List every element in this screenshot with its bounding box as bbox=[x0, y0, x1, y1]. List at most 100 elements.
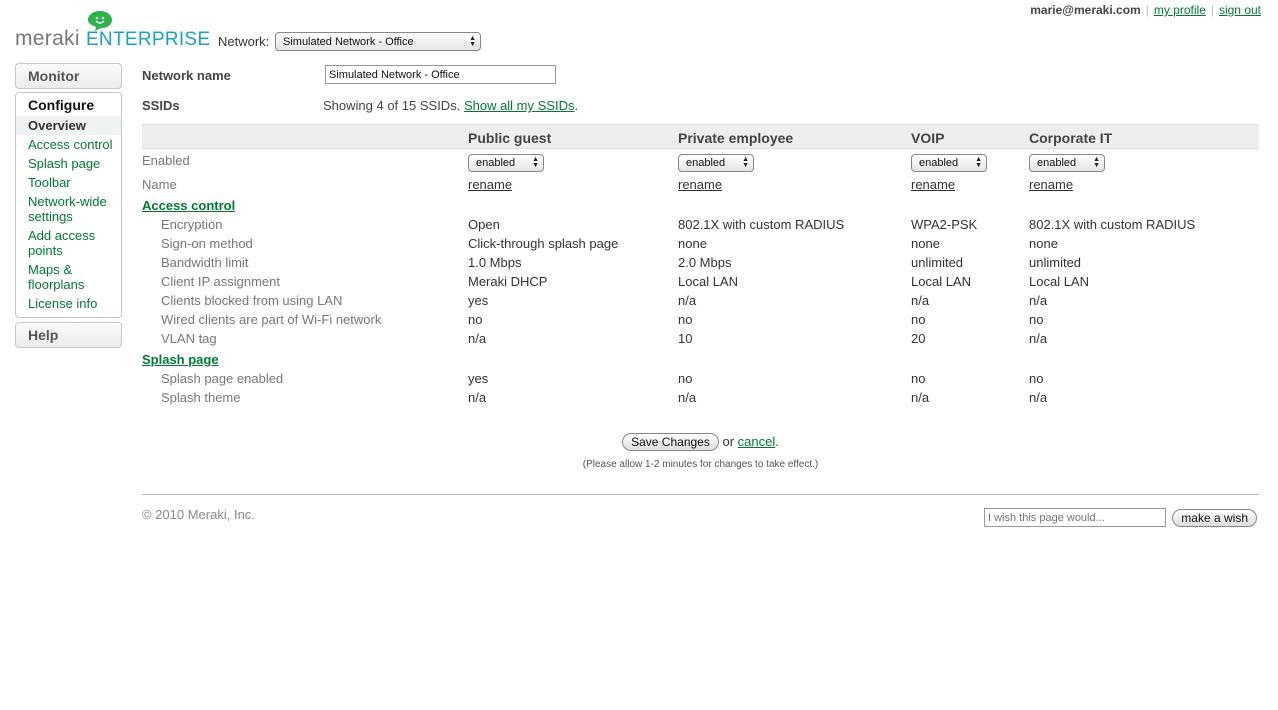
select-value: enabled bbox=[1037, 157, 1077, 169]
splash-page-row: Splash theme n/a n/a n/a n/a bbox=[142, 388, 1259, 407]
sidebar-tab-configure[interactable]: Configure bbox=[16, 93, 121, 116]
sidebar-item-splash-page[interactable]: Splash page bbox=[16, 154, 121, 173]
splash-page-section-link[interactable]: Splash page bbox=[142, 352, 219, 367]
column-header: VOIP bbox=[911, 130, 945, 146]
row-label: Splash theme bbox=[161, 390, 241, 405]
footer: © 2010 Meraki, Inc. make a wish bbox=[142, 494, 1259, 534]
splash-page-section: Splash page bbox=[142, 350, 1259, 369]
network-name-row: Network name bbox=[142, 64, 1259, 94]
access-control-row: Sign-on method Click-through splash page n… bbox=[142, 234, 1259, 253]
sidebar-item-maps-floorplans[interactable]: Maps & floorplans bbox=[16, 260, 121, 294]
table-cell: WPA2-PSK bbox=[911, 217, 978, 232]
sidebar-item-add-access-points[interactable]: Add access points bbox=[16, 226, 121, 260]
select-value: enabled bbox=[476, 157, 516, 169]
table-cell: no bbox=[911, 371, 926, 386]
table-cell: none bbox=[911, 236, 940, 251]
row-label: Enabled bbox=[142, 153, 190, 168]
network-select-value: Simulated Network - Office bbox=[283, 35, 414, 48]
select-value: enabled bbox=[686, 157, 726, 169]
main-content: Network name SSIDs Showing 4 of 15 SSIDs… bbox=[142, 64, 1259, 470]
or-text: or bbox=[722, 434, 735, 449]
table-cell: n/a bbox=[678, 293, 697, 308]
network-select[interactable]: Simulated Network - Office ▲ ▼ bbox=[275, 32, 481, 51]
table-cell: unlimited bbox=[1029, 255, 1082, 270]
select-arrows-icon: ▲ ▼ bbox=[1093, 156, 1100, 169]
sidebar-tab-help[interactable]: Help bbox=[15, 322, 122, 348]
sidebar-item-license-info[interactable]: License info bbox=[16, 294, 121, 313]
network-name-input[interactable] bbox=[325, 65, 556, 84]
name-row: Name rename rename rename rename bbox=[142, 175, 1259, 196]
column-header: Corporate IT bbox=[1029, 130, 1113, 146]
enabled-select-voip[interactable]: enabled ▲ ▼ bbox=[911, 154, 987, 172]
rename-link-voip[interactable]: rename bbox=[911, 177, 955, 192]
wish-input[interactable] bbox=[984, 508, 1166, 527]
rename-link-private-employee[interactable]: rename bbox=[678, 177, 722, 192]
rename-link-corporate-it[interactable]: rename bbox=[1029, 177, 1073, 192]
table-cell: n/a bbox=[911, 390, 930, 405]
user-email: marie@meraki.com bbox=[1030, 3, 1141, 17]
row-label: Wired clients are part of Wi-Fi network bbox=[161, 312, 382, 327]
row-label: Sign-on method bbox=[161, 236, 253, 251]
save-changes-button[interactable]: Save Changes bbox=[622, 433, 719, 451]
sidebar-tab-monitor[interactable]: Monitor bbox=[15, 63, 122, 89]
sign-out-link[interactable]: sign out bbox=[1219, 3, 1261, 17]
table-cell: Click-through splash page bbox=[468, 236, 619, 251]
access-control-row: Bandwidth limit 1.0 Mbps 2.0 Mbps unlimited… bbox=[142, 253, 1259, 272]
table-cell: yes bbox=[468, 371, 489, 386]
table-cell: Open bbox=[468, 217, 500, 232]
row-label: VLAN tag bbox=[161, 331, 217, 346]
ssids-summary: Showing 4 of 15 SSIDs. Show all my SSIDs… bbox=[323, 98, 578, 113]
table-cell: no bbox=[468, 312, 483, 327]
rename-link-public-guest[interactable]: rename bbox=[468, 177, 512, 192]
save-actions: Save Changes or cancel. bbox=[142, 433, 1259, 451]
table-cell: n/a bbox=[678, 390, 697, 405]
table-cell: 802.1X with custom RADIUS bbox=[1029, 217, 1196, 232]
changes-note: (Please allow 1-2 minutes for changes to… bbox=[582, 459, 819, 470]
table-cell: 802.1X with custom RADIUS bbox=[678, 217, 845, 232]
copyright-text: © 2010 Meraki, Inc. bbox=[142, 507, 255, 522]
meraki-logo[interactable]: meraki ENTERPRISE bbox=[15, 10, 210, 50]
sidebar-configure-panel: Configure Overview Access control Splash… bbox=[15, 92, 122, 318]
network-name-label: Network name bbox=[142, 68, 231, 83]
select-value: enabled bbox=[919, 157, 959, 169]
logo-enterprise: ENTERPRISE bbox=[85, 29, 211, 50]
table-cell: 10 bbox=[678, 331, 693, 346]
enabled-select-corporate-it[interactable]: enabled ▲ ▼ bbox=[1029, 154, 1105, 172]
ssids-showing-text: Showing 4 of 15 SSIDs. bbox=[323, 98, 461, 113]
table-cell: n/a bbox=[1029, 390, 1048, 405]
ssid-table-header: Public guest Private employee VOIP Corpo… bbox=[142, 124, 1259, 149]
period-text: . bbox=[775, 434, 779, 449]
sidebar-item-network-wide-settings[interactable]: Network-wide settings bbox=[16, 192, 121, 226]
select-arrows-icon: ▲ ▼ bbox=[742, 156, 749, 169]
access-control-row: Client IP assignment Meraki DHCP Local LAN… bbox=[142, 272, 1259, 291]
make-a-wish-button[interactable]: make a wish bbox=[1172, 509, 1257, 527]
logo-meraki: meraki bbox=[15, 27, 80, 50]
logo-text: meraki ENTERPRISE bbox=[15, 28, 210, 49]
my-profile-link[interactable]: my profile bbox=[1154, 3, 1206, 17]
table-cell: no bbox=[911, 312, 926, 327]
sidebar-item-toolbar[interactable]: Toolbar bbox=[16, 173, 121, 192]
table-cell: 2.0 Mbps bbox=[678, 255, 732, 270]
user-links: marie@meraki.com | my profile | sign out bbox=[1030, 3, 1261, 17]
enabled-select-public-guest[interactable]: enabled ▲ ▼ bbox=[468, 154, 544, 172]
sidebar-item-overview[interactable]: Overview bbox=[16, 116, 121, 135]
column-header: Private employee bbox=[678, 130, 794, 146]
enabled-select-private-employee[interactable]: enabled ▲ ▼ bbox=[678, 154, 754, 172]
ssid-table: Public guest Private employee VOIP Corpo… bbox=[142, 124, 1259, 407]
access-control-section-link[interactable]: Access control bbox=[142, 198, 235, 213]
select-arrows-icon: ▲ ▼ bbox=[469, 34, 476, 48]
cancel-link[interactable]: cancel bbox=[738, 434, 776, 449]
column-header: Public guest bbox=[468, 130, 552, 146]
table-cell: Meraki DHCP bbox=[468, 274, 548, 289]
ssids-label: SSIDs bbox=[142, 98, 180, 113]
enabled-row: Enabled enabled ▲ ▼ enabled ▲ ▼ enabled ▲ ▼ en… bbox=[142, 151, 1259, 175]
table-cell: Local LAN bbox=[911, 274, 971, 289]
access-control-row: Clients blocked from using LAN yes n/a n/a n… bbox=[142, 291, 1259, 310]
show-all-ssids-link[interactable]: Show all my SSIDs bbox=[464, 98, 575, 113]
table-cell: n/a bbox=[1029, 331, 1048, 346]
row-label: Name bbox=[142, 177, 177, 192]
sidebar-item-access-control[interactable]: Access control bbox=[16, 135, 121, 154]
splash-page-row: Splash page enabled yes no no no bbox=[142, 369, 1259, 388]
table-cell: no bbox=[678, 312, 693, 327]
sidebar: Monitor Configure Overview Access contro… bbox=[15, 63, 122, 348]
